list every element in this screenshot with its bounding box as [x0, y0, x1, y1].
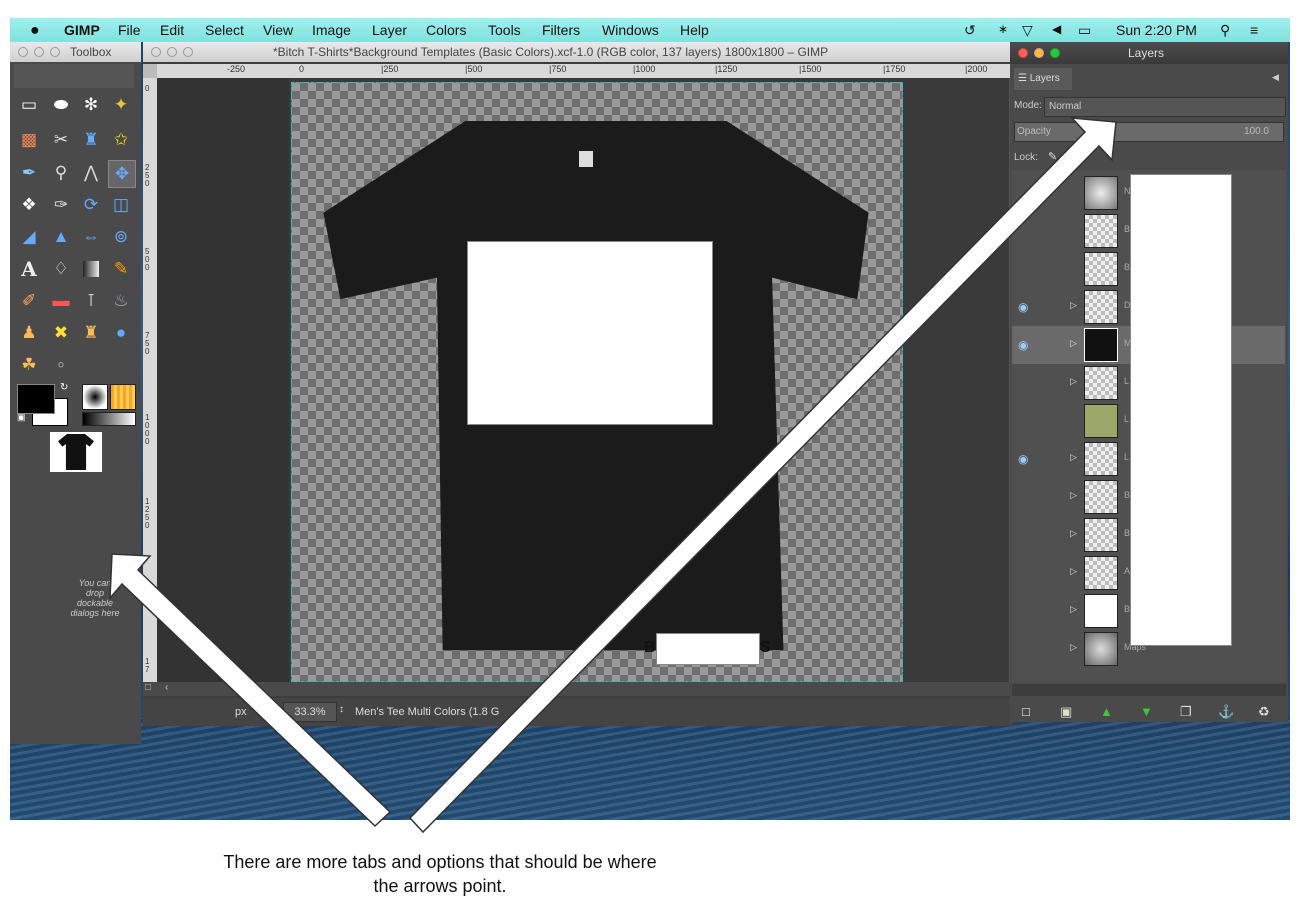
caption-line-2: the arrows point.	[373, 876, 507, 896]
arrow-to-layers	[408, 117, 1117, 834]
caption: There are more tabs and options that sho…	[140, 850, 740, 898]
arrow-to-toolbox	[109, 553, 392, 828]
caption-line-1: There are more tabs and options that sho…	[223, 852, 657, 872]
annotation-arrows	[109, 117, 1117, 834]
